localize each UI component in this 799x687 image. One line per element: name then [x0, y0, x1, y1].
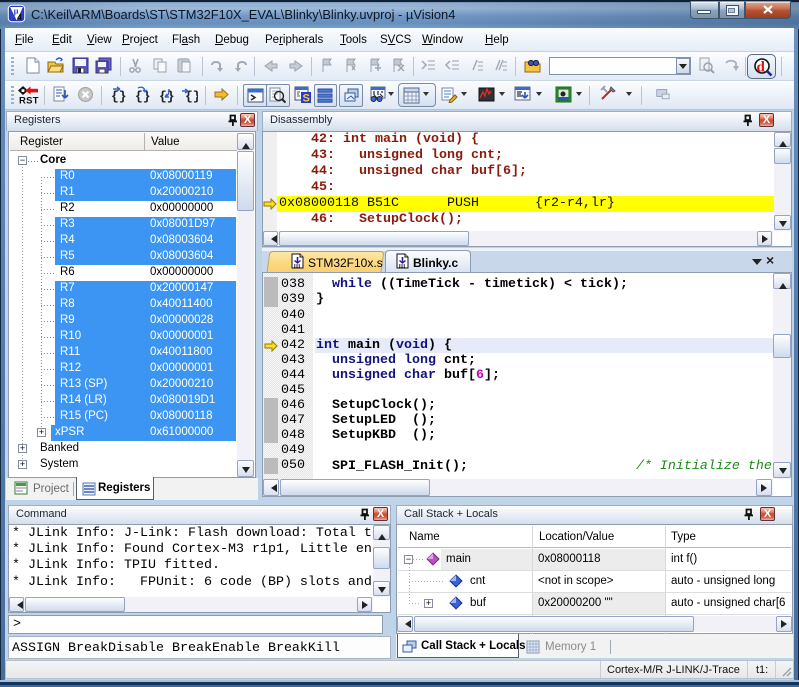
svg-text:RST: RST [19, 96, 39, 106]
svg-text:4: 4 [17, 12, 22, 22]
svg-text:{}: {} [111, 89, 126, 103]
svg-text:d: d [757, 60, 766, 76]
svg-text:{}: {} [135, 89, 150, 103]
svg-text:S: S [303, 93, 310, 104]
